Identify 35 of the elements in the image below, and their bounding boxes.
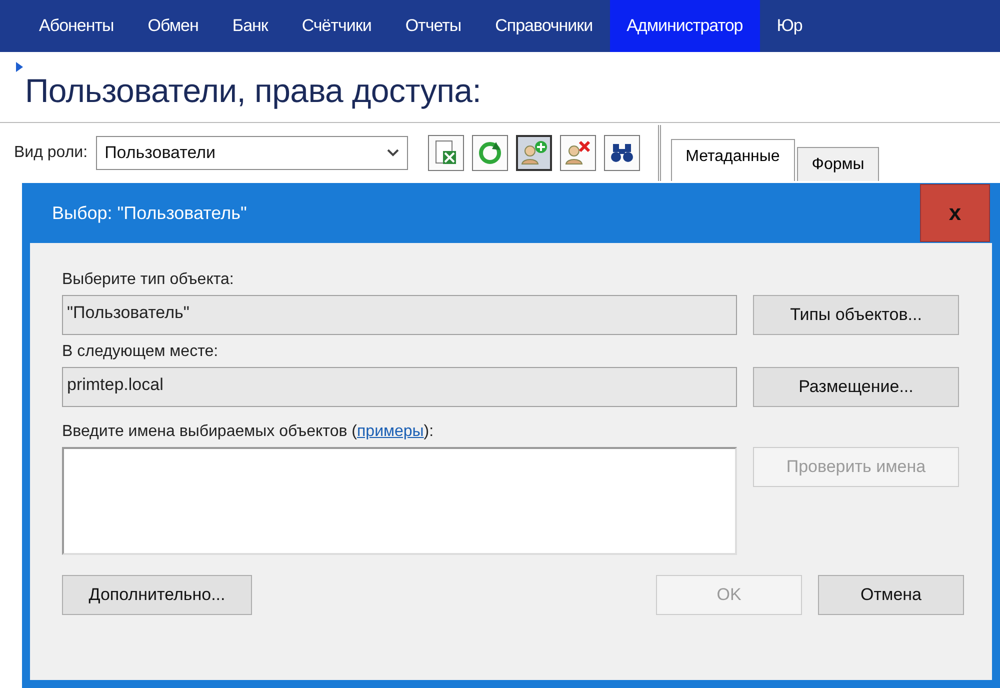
tab[interactable]: Метаданные	[670, 139, 795, 181]
menu-item[interactable]: Обмен	[130, 0, 216, 52]
menu-item[interactable]: Абоненты	[22, 0, 131, 52]
binoculars-icon	[610, 142, 634, 164]
menu-item[interactable]: Отчеты	[388, 0, 478, 52]
close-button[interactable]: x	[920, 184, 990, 242]
names-input-field[interactable]	[62, 447, 737, 555]
examples-link[interactable]: примеры	[357, 423, 424, 440]
object-type-field: "Пользователь"	[62, 295, 737, 335]
field-label: Вид роли:	[14, 144, 88, 162]
field-label: В следующем месте:	[62, 343, 220, 361]
spreadsheet-icon	[434, 140, 458, 166]
location-button[interactable]: Размещение...	[753, 367, 959, 407]
cancel-button[interactable]: Отмена	[818, 575, 964, 615]
location-field: primtep.local	[62, 367, 737, 407]
field-label: Введите имена выбираемых объектов (примеры):	[62, 423, 435, 441]
dialog-title: Выбор: "Пользователь"	[51, 202, 247, 224]
advanced-button[interactable]: Дополнительно...	[62, 575, 252, 615]
menu-item[interactable]: Счётчики	[284, 0, 388, 52]
object-types-button[interactable]: Типы объектов...	[753, 295, 959, 335]
menu-item[interactable]: Юр	[760, 0, 820, 52]
refresh-icon	[476, 140, 503, 166]
toolbar-button[interactable]	[516, 135, 552, 171]
remove-user-icon	[564, 140, 592, 166]
page-title: Пользователи, права доступа:	[25, 72, 482, 110]
role-dropdown[interactable]: Пользователи	[96, 136, 408, 170]
field-label: Выберите тип объекта:	[62, 271, 235, 289]
chevron-icon	[386, 149, 399, 157]
add-user-icon	[520, 140, 548, 166]
menu-item[interactable]: Администратор	[610, 0, 760, 52]
toolbar-button[interactable]	[604, 135, 640, 171]
menu-item[interactable]: Банк	[215, 0, 285, 52]
menu-item[interactable]: Справочники	[478, 0, 610, 52]
triangle-icon	[16, 62, 23, 72]
tab[interactable]: Формы	[796, 147, 880, 181]
